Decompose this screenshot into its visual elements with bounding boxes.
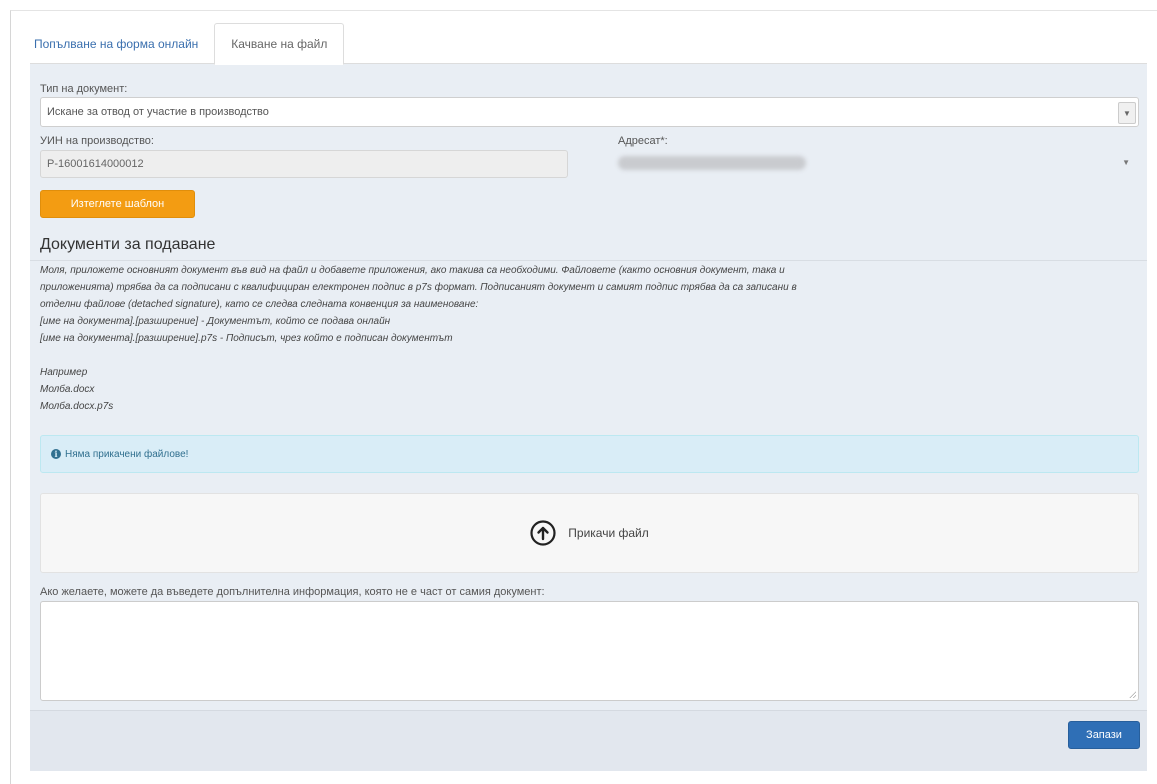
example-title: Например [40, 367, 88, 378]
section-divider [30, 260, 1147, 261]
chevron-down-icon: ▼ [1118, 102, 1136, 124]
upload-panel: Тип на документ: Искане за отвод от учас… [30, 63, 1147, 771]
document-type-select[interactable]: Искане за отвод от участие в производств… [40, 97, 1139, 127]
attach-file-dropzone[interactable]: Прикачи файл [40, 493, 1139, 573]
no-files-alert: i Няма прикачени файлове! [40, 435, 1139, 473]
upload-instructions: Моля, приложете основният документ във в… [40, 262, 1135, 415]
info-icon: i [51, 449, 61, 459]
upload-circle-arrow-icon [530, 520, 556, 546]
addressee-select[interactable]: ▼ [614, 150, 1138, 178]
additional-info-label: Ако желаете, можете да въведете допълнит… [40, 586, 545, 598]
addressee-label: Адресат*: [618, 135, 668, 147]
example-line: Молба.docx.p7s [40, 401, 114, 412]
convention-line: [име на документа].[разширение].p7s - По… [40, 333, 453, 344]
example-line: Молба.docx [40, 384, 95, 395]
download-template-button[interactable]: Изтеглете шаблон [40, 190, 195, 218]
instructions-paragraph: Моля, приложете основният документ във в… [40, 265, 797, 310]
attach-file-label: Прикачи файл [568, 526, 649, 540]
convention-line: [име на документа].[разширение] - Докуме… [40, 316, 391, 327]
additional-info-textarea[interactable] [40, 601, 1139, 701]
form-footer: Запази [30, 710, 1147, 771]
tab-upload-file[interactable]: Качване на файл [214, 23, 345, 65]
document-type-value: Искане за отвод от участие в производств… [47, 106, 269, 118]
tab-bar: Попълване на форма онлайн Качване на фай… [18, 22, 345, 65]
documents-section-title: Документи за подаване [40, 236, 216, 253]
save-button[interactable]: Запази [1068, 721, 1140, 749]
document-type-label: Тип на документ: [40, 83, 128, 95]
case-id-label: УИН на производство: [40, 135, 154, 147]
caret-down-icon: ▼ [1122, 158, 1130, 167]
resize-handle[interactable] [1129, 691, 1136, 698]
no-files-message: Няма прикачени файлове! [65, 448, 189, 460]
case-id-field: P-16001614000012 [40, 150, 568, 178]
tab-fill-online[interactable]: Попълване на форма онлайн [18, 24, 214, 64]
addressee-value-redacted [618, 156, 806, 170]
